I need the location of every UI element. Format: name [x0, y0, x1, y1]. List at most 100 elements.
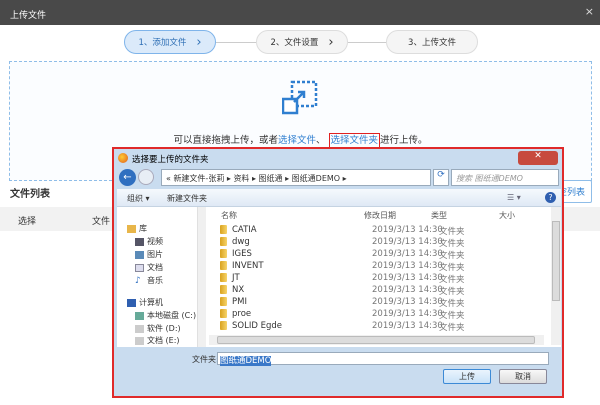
scroll-thumb[interactable]: [217, 336, 535, 344]
step-add-files[interactable]: 1、添加文件 ›: [124, 30, 216, 54]
forward-icon[interactable]: [138, 169, 154, 185]
navigation-pane: 库 视频 图片 文档 ♪ 音乐 计算机 本地磁盘 (C:) 软件 (D:) 文档 …: [117, 207, 207, 347]
dialog-close-icon[interactable]: ✕: [518, 151, 558, 165]
file-row[interactable]: CATIA 2019/3/13 14:30 文件夹: [212, 225, 542, 237]
hint-text: 可以直接拖拽上传，或者: [173, 135, 278, 146]
nav-music[interactable]: ♪ 音乐: [135, 275, 163, 286]
file-row[interactable]: JT 2019/3/13 14:30 文件夹: [212, 273, 542, 285]
file-name: dwg: [232, 237, 250, 247]
step-upload-files[interactable]: 3、上传文件: [386, 30, 478, 54]
breadcrumb-item[interactable]: 图纸通: [259, 174, 283, 183]
drive-icon: [135, 324, 144, 333]
nav-drive-d[interactable]: 软件 (D:): [135, 323, 181, 334]
file-modified: 2019/3/13 14:30: [372, 273, 443, 283]
file-modified: 2019/3/13 14:30: [372, 309, 443, 319]
folder-icon: [220, 273, 227, 282]
folder-label: 文件夹:: [192, 355, 219, 364]
refresh-icon[interactable]: ⟳: [433, 169, 449, 186]
column-size[interactable]: 大小: [499, 210, 515, 221]
step-connector: [216, 42, 256, 43]
breadcrumb-item[interactable]: 图纸通DEMO: [292, 174, 340, 183]
nav-label: 本地磁盘 (C:): [147, 311, 197, 320]
document-icon: [135, 263, 144, 272]
file-type: 文件夹: [439, 227, 465, 237]
file-modified: 2019/3/13 14:30: [372, 285, 443, 295]
step-label: 3、上传文件: [408, 38, 456, 48]
dialog-title: 选择要上传的文件夹: [132, 155, 209, 165]
step-label: 2、文件设置: [270, 38, 319, 48]
video-icon: [135, 237, 144, 246]
close-icon[interactable]: ×: [585, 5, 594, 18]
scroll-thumb[interactable]: [552, 221, 560, 301]
address-bar[interactable]: « 新建文件-张莉 ▸ 资料 ▸ 图纸通 ▸ 图纸通DEMO ▸: [161, 169, 431, 186]
nav-computer[interactable]: 计算机: [127, 297, 163, 308]
column-name[interactable]: 名称: [221, 210, 237, 221]
step-file-settings[interactable]: 2、文件设置 ›: [256, 30, 348, 54]
nav-label: 软件 (D:): [147, 324, 181, 333]
drive-icon: [135, 311, 144, 320]
breadcrumb-item[interactable]: 资料: [233, 174, 249, 183]
file-row[interactable]: dwg 2019/3/13 14:30 文件夹: [212, 237, 542, 249]
folder-icon: [220, 249, 227, 258]
select-files-link[interactable]: 选择文件: [278, 135, 316, 146]
file-modified: 2019/3/13 14:30: [372, 225, 443, 235]
chevron-right-icon: ›: [328, 34, 334, 50]
nav-libraries[interactable]: 库: [127, 223, 147, 234]
nav-drive-e[interactable]: 文档 (E:): [135, 336, 180, 345]
file-type: 文件夹: [439, 275, 465, 285]
step-label: 1、添加文件: [138, 38, 187, 48]
nav-label: 文档: [147, 263, 163, 272]
folder-value: 图纸通DEMO: [220, 356, 272, 366]
breadcrumb-item[interactable]: 新建文件-张莉: [173, 174, 224, 183]
file-name: SOLID Egde: [232, 321, 282, 331]
new-folder-button[interactable]: 新建文件夹: [167, 193, 207, 204]
file-name: IGES: [232, 249, 252, 259]
drive-icon: [135, 336, 144, 345]
file-type: 文件夹: [439, 311, 465, 321]
horizontal-scrollbar[interactable]: [209, 335, 544, 345]
vertical-scrollbar[interactable]: [551, 207, 561, 345]
file-modified: 2019/3/13 14:30: [372, 297, 443, 307]
folder-icon: [220, 285, 227, 294]
select-folder-link[interactable]: 选择文件夹: [328, 133, 381, 148]
file-type: 文件夹: [439, 263, 465, 273]
file-list-title: 文件列表: [10, 189, 50, 200]
file-name: JT: [232, 273, 240, 283]
file-type: 文件夹: [439, 299, 465, 309]
back-icon[interactable]: ←: [119, 169, 136, 186]
file-row[interactable]: NX 2019/3/13 14:30 文件夹: [212, 285, 542, 297]
nav-documents[interactable]: 文档: [135, 262, 163, 273]
upload-button[interactable]: 上传: [443, 369, 491, 384]
file-row[interactable]: INVENT 2019/3/13 14:30 文件夹: [212, 261, 542, 273]
picture-icon: [135, 250, 144, 259]
nav-label: 图片: [147, 250, 163, 259]
step-connector: [348, 42, 386, 43]
folder-icon: [220, 225, 227, 234]
folder-icon: [220, 309, 227, 318]
file-row[interactable]: SOLID Egde 2019/3/13 14:30 文件夹: [212, 321, 542, 333]
view-icon[interactable]: ☰ ▾: [507, 193, 521, 202]
nav-videos[interactable]: 视频: [135, 236, 163, 247]
nav-label: 音乐: [147, 276, 163, 285]
file-row[interactable]: proe 2019/3/13 14:30 文件夹: [212, 309, 542, 321]
help-icon[interactable]: ?: [545, 192, 556, 203]
column-select: 选择: [18, 217, 37, 227]
column-modified[interactable]: 修改日期: [364, 210, 396, 221]
search-input[interactable]: 搜索 图纸通DEMO: [451, 169, 559, 186]
file-modified: 2019/3/13 14:30: [372, 261, 443, 271]
file-row[interactable]: PMI 2019/3/13 14:30 文件夹: [212, 297, 542, 309]
file-modified: 2019/3/13 14:30: [372, 321, 443, 331]
nav-drive-c[interactable]: 本地磁盘 (C:): [135, 310, 196, 321]
nav-scrollbar[interactable]: [197, 207, 206, 347]
file-modified: 2019/3/13 14:30: [372, 237, 443, 247]
cancel-button[interactable]: 取消: [499, 369, 547, 384]
file-row[interactable]: IGES 2019/3/13 14:30 文件夹: [212, 249, 542, 261]
chevron-right-icon: ›: [196, 34, 202, 50]
hint-separator: 、: [315, 135, 326, 146]
folder-input[interactable]: 图纸通DEMO: [217, 352, 549, 366]
nav-label: 计算机: [139, 298, 163, 307]
organize-menu[interactable]: 组织 ▾: [127, 193, 150, 204]
nav-pictures[interactable]: 图片: [135, 249, 163, 260]
column-type[interactable]: 类型: [431, 210, 447, 221]
firefox-icon: [118, 153, 128, 163]
